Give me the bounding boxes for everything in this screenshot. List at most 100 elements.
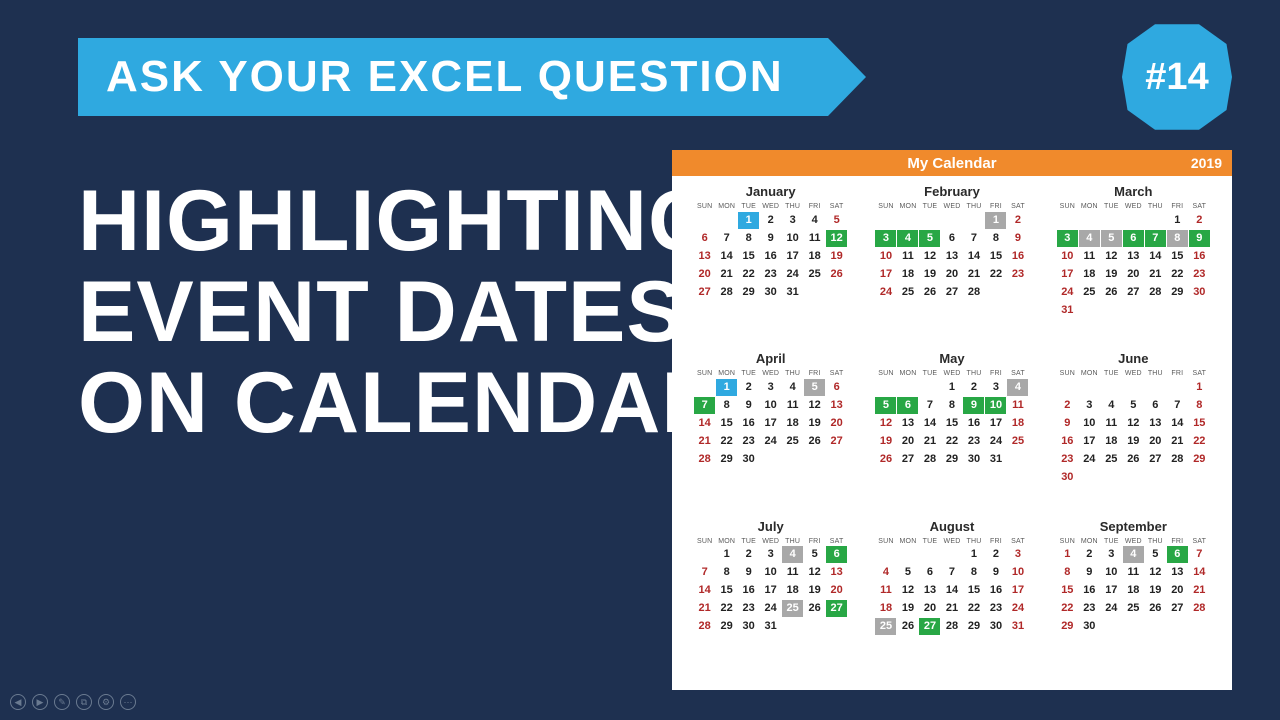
week-row: 10111213141516	[1056, 247, 1210, 265]
next-slide-button[interactable]: ▶	[32, 694, 48, 710]
month: MaySUNMONTUEWEDTHUFRISAT...1234567891011…	[863, 351, 1040, 512]
dow-label: TUE	[919, 537, 941, 546]
week-row: 31......	[1056, 301, 1210, 319]
dow-label: MON	[897, 202, 919, 211]
day-cell: 4	[875, 564, 896, 581]
dow-label: THU	[963, 537, 985, 546]
day-cell: 16	[1079, 582, 1100, 599]
dow-label: MON	[1078, 369, 1100, 378]
day-cell: 28	[919, 451, 940, 468]
day-cell: 1	[1167, 212, 1188, 229]
more-button[interactable]: ⋯	[120, 694, 136, 710]
week-row: 3456789	[875, 229, 1029, 247]
day-cell: 14	[919, 415, 940, 432]
day-cell: 23	[1079, 600, 1100, 617]
day-cell: 15	[985, 248, 1006, 265]
day-cell: 19	[826, 248, 847, 265]
dow-label: SUN	[875, 537, 897, 546]
day-cell: 3	[1101, 546, 1122, 563]
day-cell: 26	[919, 284, 940, 301]
day-cell: 9	[963, 397, 984, 414]
month: JulySUNMONTUEWEDTHUFRISAT.12345678910111…	[682, 519, 859, 680]
dow-label: TUE	[1100, 369, 1122, 378]
day-cell: 31	[985, 451, 1006, 468]
week-row: 78910111213	[694, 396, 848, 414]
settings-button[interactable]: ⚙	[98, 694, 114, 710]
dow-row: SUNMONTUEWEDTHUFRISAT	[1056, 537, 1210, 546]
day-cell: 21	[716, 266, 737, 283]
dow-label: MON	[1078, 202, 1100, 211]
dow-row: SUNMONTUEWEDTHUFRISAT	[875, 202, 1029, 211]
day-cell: 31	[782, 284, 803, 301]
day-cell: 13	[897, 415, 918, 432]
prev-slide-button[interactable]: ◀	[10, 694, 26, 710]
day-cell: 9	[1189, 230, 1210, 247]
dow-label: TUE	[919, 202, 941, 211]
week-row: ..12345	[694, 211, 848, 229]
dow-label: SUN	[694, 369, 716, 378]
day-cell: 8	[985, 230, 1006, 247]
day-cell: 25	[1079, 284, 1100, 301]
day-cell: 15	[738, 248, 759, 265]
dow-label: SUN	[694, 202, 716, 211]
day-cell: 5	[1123, 397, 1144, 414]
week-row: 15161718192021	[1056, 582, 1210, 600]
month: MarchSUNMONTUEWEDTHUFRISAT.....123456789…	[1045, 184, 1222, 345]
slides-view-button[interactable]: ⧉	[76, 694, 92, 710]
week-row: 12131415161718	[875, 414, 1029, 432]
banner-title: ASK YOUR EXCEL QUESTION	[106, 52, 784, 102]
day-cell: 16	[963, 415, 984, 432]
day-cell: 16	[738, 582, 759, 599]
day-cell: 7	[963, 230, 984, 247]
day-cell: 5	[875, 397, 896, 414]
week-row: 11121314151617	[875, 582, 1029, 600]
day-cell: 13	[1145, 415, 1166, 432]
month: FebruarySUNMONTUEWEDTHUFRISAT.....123456…	[863, 184, 1040, 345]
day-cell: 19	[919, 266, 940, 283]
day-cell: 23	[1007, 266, 1028, 283]
day-cell: 15	[1057, 582, 1078, 599]
day-cell: 4	[897, 230, 918, 247]
week-row: ...1234	[875, 378, 1029, 396]
dow-row: SUNMONTUEWEDTHUFRISAT	[1056, 202, 1210, 211]
day-cell: 17	[1101, 582, 1122, 599]
episode-badge: #14	[1122, 22, 1232, 132]
day-cell: 23	[1057, 451, 1078, 468]
day-cell: 5	[804, 379, 825, 396]
day-cell: 23	[1189, 266, 1210, 283]
day-cell: 24	[875, 284, 896, 301]
day-cell: 21	[1145, 266, 1166, 283]
day-cell: 6	[1145, 397, 1166, 414]
day-cell: 25	[782, 433, 803, 450]
day-cell: 26	[897, 618, 918, 635]
day-cell: 14	[694, 582, 715, 599]
day-cell: 5	[1145, 546, 1166, 563]
day-cell: 28	[694, 618, 715, 635]
dow-label: FRI	[985, 369, 1007, 378]
day-cell: 14	[1189, 564, 1210, 581]
dow-label: THU	[782, 369, 804, 378]
dow-label: FRI	[1166, 202, 1188, 211]
day-cell: 6	[826, 379, 847, 396]
day-cell: 14	[716, 248, 737, 265]
dow-label: SUN	[875, 369, 897, 378]
day-cell: 30	[738, 618, 759, 635]
week-row: 21222324252627	[694, 600, 848, 618]
dow-label: THU	[782, 202, 804, 211]
dow-label: WED	[941, 369, 963, 378]
day-cell: 26	[1101, 284, 1122, 301]
day-cell: 1	[941, 379, 962, 396]
day-cell: 23	[738, 433, 759, 450]
episode-number: #14	[1145, 56, 1208, 99]
day-cell: 23	[985, 600, 1006, 617]
day-cell: 13	[694, 248, 715, 265]
day-cell: 29	[941, 451, 962, 468]
day-cell: 17	[782, 248, 803, 265]
day-cell: 16	[1189, 248, 1210, 265]
dow-label: MON	[716, 202, 738, 211]
pen-button[interactable]: ✎	[54, 694, 70, 710]
day-cell: 10	[985, 397, 1006, 414]
month-name: April	[756, 351, 786, 366]
dow-label: MON	[716, 369, 738, 378]
day-cell: 7	[716, 230, 737, 247]
